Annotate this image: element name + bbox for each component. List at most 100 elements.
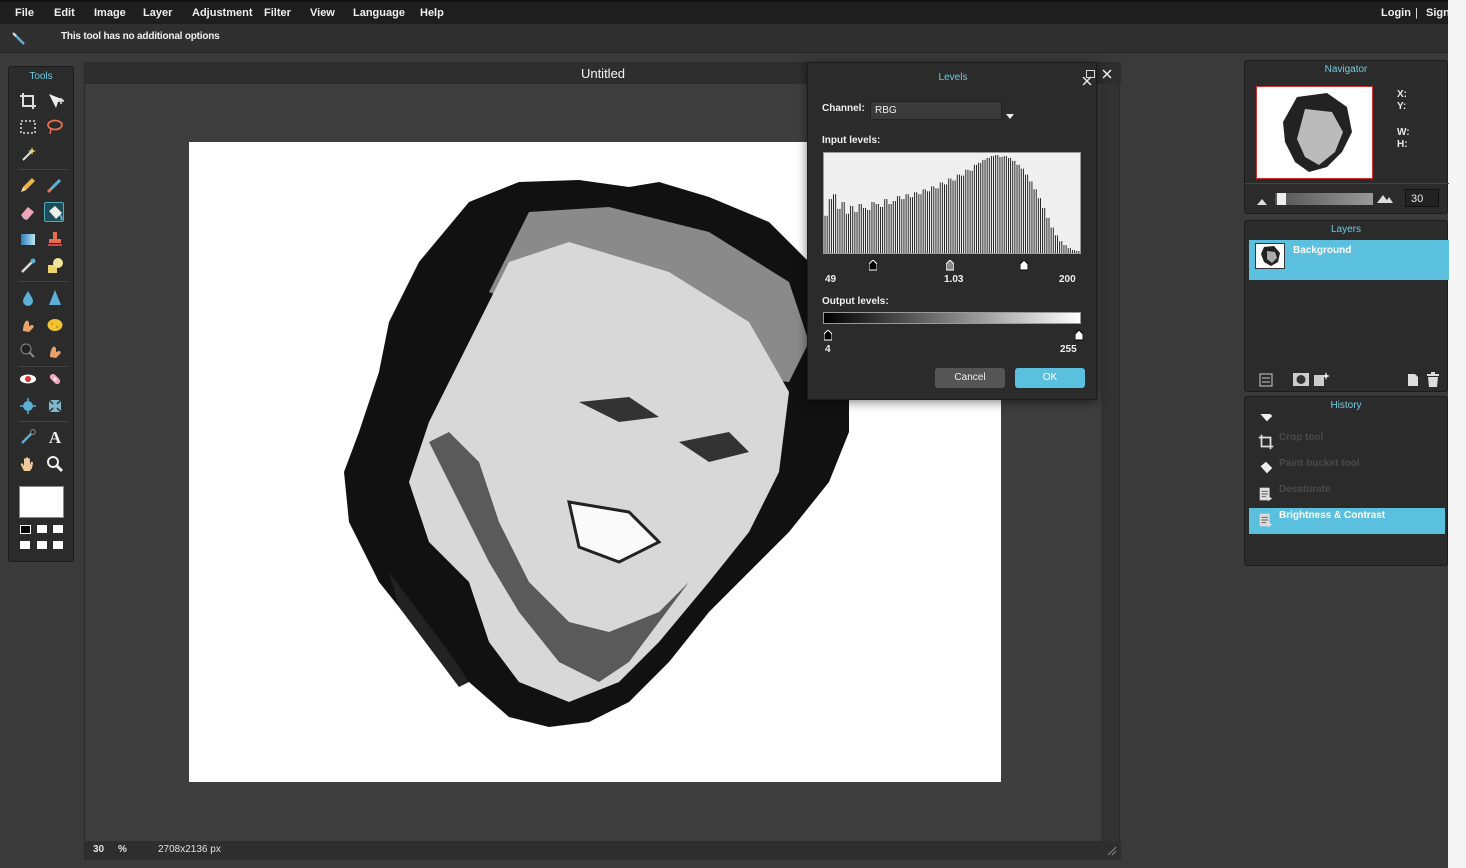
- swatch-white[interactable]: [37, 525, 47, 533]
- zoom-out-icon[interactable]: [1257, 193, 1267, 205]
- crop-icon[interactable]: [18, 91, 38, 111]
- document-status-bar: 30 % 2708x2136 px: [85, 841, 1121, 860]
- nav-x-label: X:: [1397, 89, 1407, 100]
- current-tool-icon: [10, 30, 28, 48]
- navigator-thumbnail[interactable]: [1256, 86, 1373, 179]
- input-white-slider-handle[interactable]: [1019, 258, 1029, 271]
- history-item-label: Crop tool: [1279, 432, 1324, 443]
- zoom-icon[interactable]: [45, 454, 65, 474]
- move-icon[interactable]: [45, 91, 65, 111]
- channel-select[interactable]: RBG: [870, 101, 1002, 120]
- ok-button[interactable]: OK: [1015, 368, 1085, 388]
- zoom-input[interactable]: 30: [1405, 189, 1439, 207]
- menu-filter[interactable]: Filter: [264, 7, 291, 19]
- input-gamma-slider-handle[interactable]: [945, 258, 955, 271]
- sharpen-icon[interactable]: [45, 288, 65, 308]
- history-list: Paint bucket tool Crop tool Paint bucket t…: [1245, 414, 1447, 564]
- channel-label: Channel:: [822, 103, 865, 114]
- zoom-value[interactable]: 30: [93, 844, 104, 855]
- zoom-slider[interactable]: [1275, 193, 1373, 205]
- close-window-icon[interactable]: [1102, 66, 1112, 79]
- layer-effects-icon[interactable]: [1313, 371, 1331, 387]
- page-scrollbar[interactable]: [1448, 0, 1466, 868]
- smudge-icon[interactable]: [18, 315, 38, 335]
- canvas-vertical-scrollbar[interactable]: [1101, 84, 1119, 841]
- tool-options-message: This tool has no additional options: [61, 31, 220, 42]
- drawing-icon[interactable]: [45, 256, 65, 276]
- tools-panel-title: Tools: [29, 71, 53, 82]
- history-item[interactable]: Desaturate: [1249, 482, 1445, 508]
- chevron-down-icon[interactable]: [1006, 107, 1014, 119]
- delete-layer-icon[interactable]: [1427, 372, 1439, 387]
- paint-bucket-icon[interactable]: [44, 202, 64, 222]
- color-picker-icon[interactable]: [18, 427, 38, 447]
- swatch-white[interactable]: [20, 541, 30, 549]
- menu-view[interactable]: View: [310, 7, 335, 19]
- menu-image[interactable]: Image: [94, 7, 126, 19]
- menu-file[interactable]: File: [15, 7, 34, 19]
- output-white-slider-handle[interactable]: [1074, 328, 1084, 341]
- history-item[interactable]: Brightness & Contrast: [1249, 508, 1445, 534]
- history-item[interactable]: Crop tool: [1249, 430, 1445, 456]
- input-black-slider-handle[interactable]: [868, 258, 878, 271]
- tools-separator: [18, 281, 68, 282]
- input-black-value: 49: [825, 274, 837, 285]
- eraser-icon[interactable]: [18, 202, 38, 222]
- dodge-icon[interactable]: [18, 341, 38, 361]
- gradient-icon[interactable]: [18, 229, 38, 249]
- maximize-icon[interactable]: [1086, 66, 1096, 78]
- menu-edit[interactable]: Edit: [54, 7, 75, 19]
- hand-icon[interactable]: [18, 454, 38, 474]
- type-icon[interactable]: A: [45, 427, 65, 447]
- layer-row-background[interactable]: Background: [1249, 240, 1449, 280]
- history-item-label: Paint bucket tool: [1279, 458, 1360, 469]
- zoom-unit: %: [118, 844, 127, 855]
- zoom-in-icon[interactable]: [1377, 191, 1395, 203]
- foreground-color-swatch[interactable]: [19, 486, 64, 518]
- clone-stamp-icon[interactable]: [45, 229, 65, 249]
- swatch-black[interactable]: [20, 525, 31, 534]
- nav-w-label: W:: [1397, 127, 1410, 138]
- output-black-slider-handle[interactable]: [823, 328, 833, 341]
- pencil-icon[interactable]: [18, 175, 38, 195]
- bloat-icon[interactable]: [18, 396, 38, 416]
- signup-link[interactable]: Sign: [1426, 7, 1450, 19]
- layers-title: Layers: [1330, 224, 1361, 235]
- sponge-icon[interactable]: [45, 315, 65, 335]
- menu-adjustment[interactable]: Adjustment: [192, 7, 253, 19]
- spot-heal-icon[interactable]: [45, 369, 65, 389]
- levels-dialog: Levels Channel: RBG Input levels: 49 1.0…: [807, 62, 1097, 400]
- history-panel: History Paint bucket toolCrop toolPaint …: [1244, 396, 1448, 566]
- levels-dialog-title: Levels: [938, 72, 968, 83]
- red-eye-icon[interactable]: [18, 369, 38, 389]
- burn-icon[interactable]: [45, 341, 65, 361]
- history-item[interactable]: Paint bucket tool: [1249, 456, 1445, 482]
- resize-grip-icon[interactable]: [1107, 846, 1117, 856]
- color-replace-icon[interactable]: [18, 256, 38, 276]
- menu-bar: File Edit Image Layer Adjustment Filter …: [0, 0, 1466, 24]
- login-link[interactable]: Login: [1381, 7, 1411, 19]
- document-dimensions: 2708x2136 px: [158, 844, 221, 855]
- menu-language[interactable]: Language: [353, 7, 405, 19]
- swatch-white[interactable]: [37, 541, 47, 549]
- new-layer-icon[interactable]: [1407, 373, 1419, 387]
- brush-icon[interactable]: [45, 175, 65, 195]
- magic-wand-icon[interactable]: [18, 144, 38, 164]
- marquee-icon[interactable]: [18, 117, 38, 137]
- history-item[interactable]: Paint bucket tool: [1249, 414, 1445, 430]
- tools-separator: [18, 421, 68, 422]
- zoom-slider-thumb[interactable]: [1276, 193, 1286, 205]
- paint-bucket-icon: [1257, 459, 1275, 477]
- lasso-icon[interactable]: [45, 117, 65, 137]
- history-title: History: [1330, 400, 1362, 411]
- layer-mask-icon[interactable]: [1293, 373, 1309, 386]
- blur-icon[interactable]: [18, 288, 38, 308]
- cancel-button[interactable]: Cancel: [935, 368, 1005, 388]
- layer-style-icon[interactable]: [1259, 373, 1273, 387]
- pinch-icon[interactable]: [45, 396, 65, 416]
- swatch-white[interactable]: [53, 525, 63, 533]
- menu-layer[interactable]: Layer: [143, 7, 172, 19]
- swatch-white[interactable]: [53, 541, 63, 549]
- tools-separator: [18, 169, 68, 170]
- menu-help[interactable]: Help: [420, 7, 444, 19]
